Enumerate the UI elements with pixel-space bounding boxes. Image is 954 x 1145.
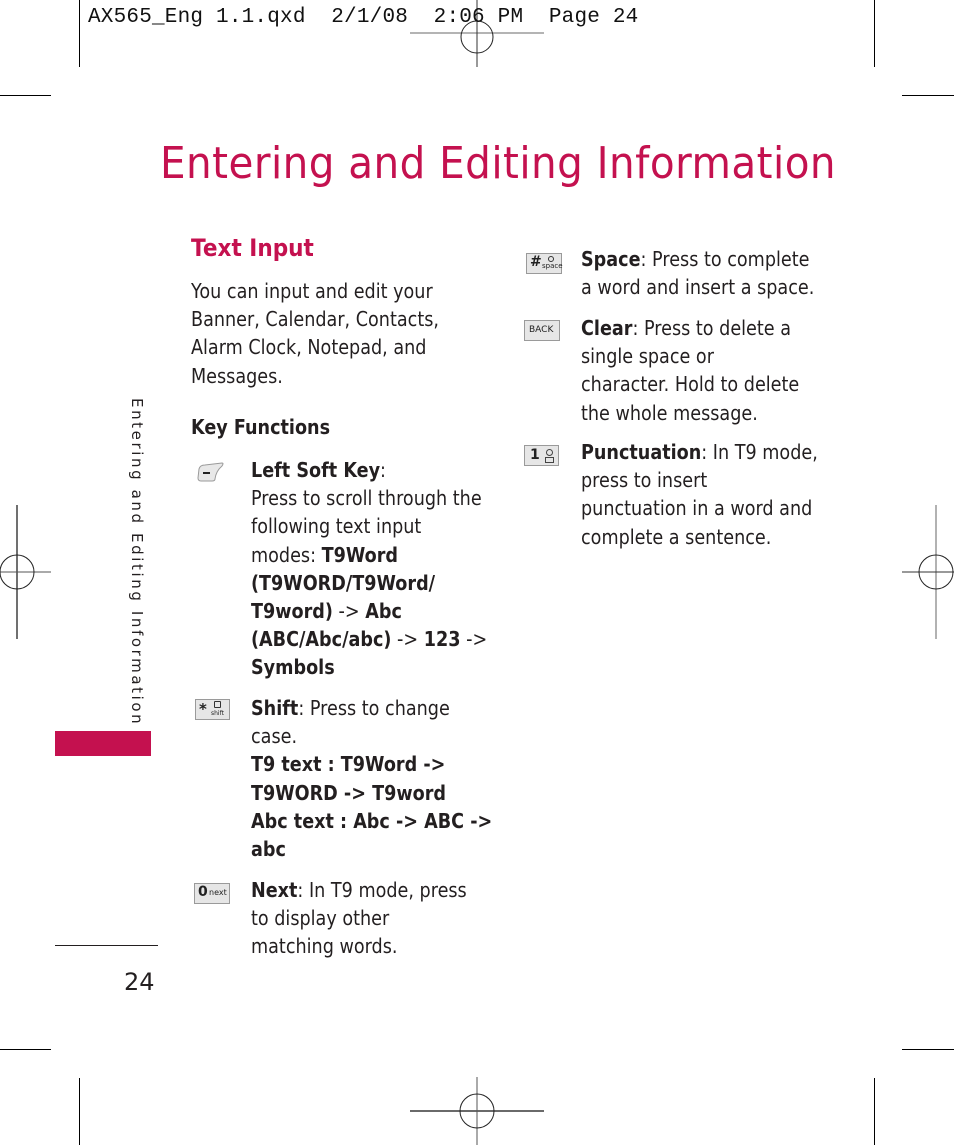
key-sublabel: shift [211,710,224,717]
desc-line: following text input [251,514,422,539]
section-heading: Text Input [191,234,314,262]
shift-name: Shift [251,696,299,720]
shift-t9-line: T9WORD -> T9word [251,780,446,805]
star-shift-key-icon: * shift [195,699,230,720]
side-tab-bar [55,731,151,756]
voicemail-glyph [546,449,553,456]
desc-text: : In T9 mode, press [297,878,467,902]
shift-t9-line: T9 text : T9Word -> [251,752,446,777]
arrow-text: -> [460,627,488,652]
page-number: 24 [124,968,155,996]
footer-rule [55,945,158,946]
key-glyph: 1 [530,447,540,463]
key-sublabel: space [542,262,563,270]
registration-mark-bottom [410,1077,544,1145]
clear-name: Clear [581,316,633,340]
desc-text: modes: [251,542,322,567]
key-glyph: # [530,254,542,270]
crop-mark-bottom-left-vertical [79,1078,80,1145]
print-slug: AX565_Eng 1.1.qxd 2/1/08 2:06 PM Page 24 [88,6,639,29]
intro-line: Alarm Clock, Notepad, and [191,335,427,360]
desc-line: a word and insert a space. [581,275,815,300]
mode-t9word: T9Word [321,542,399,567]
hash-space-key-icon: # space [526,253,563,274]
colon: : [380,458,386,482]
crop-mark-bottom-left-horizontal [0,1049,51,1050]
desc-line: case. [251,724,298,749]
lock-glyph [214,701,221,708]
crop-mark-top-right-vertical [874,0,875,67]
desc-line: matching words. [251,934,398,959]
mode-symbols: Symbols [251,655,335,680]
key-glyph: 0 [198,884,208,900]
mode-t9-variants: T9word) [251,599,333,624]
left-soft-key-icon [197,462,224,482]
intro-line: You can input and edit your [191,279,433,303]
desc-line: complete a sentence. [581,524,772,549]
desc-line: single space or [581,344,714,369]
crop-mark-bottom-right-vertical [874,1078,875,1145]
shift-abc-line: abc [251,837,286,862]
desc-line: punctuation in a word and [581,496,813,521]
desc-text: : Press to complete [640,247,810,271]
key-sublabel: next [209,888,227,897]
one-voicemail-key-icon: 1 [524,445,559,466]
mode-abc-variants: (ABC/Abc/abc) [251,627,392,652]
arrow-text: -> [332,599,366,624]
desc-text: : Press to change [298,696,450,720]
crop-mark-top-left-horizontal [0,95,51,96]
desc-text: : Press to delete a [632,316,791,340]
desc-line: press to insert [581,468,708,493]
shift-abc-line: Abc text : Abc -> ABC -> [251,808,493,833]
key-glyph: BACK [529,325,554,335]
mode-123: 123 [423,627,461,652]
desc-line: character. Hold to delete [581,372,800,397]
page-title: Entering and Editing Information [160,138,837,189]
side-tab-label: Entering and Editing Information [128,398,146,727]
mode-abc: Abc [365,599,402,624]
crop-mark-top-right-horizontal [902,95,954,96]
next-name: Next [251,878,298,902]
desc-text: : In T9 mode, [701,440,818,464]
key-glyph: * [199,700,207,718]
desc-line: the whole message. [581,400,758,425]
left-soft-key-name: Left Soft Key [251,458,381,482]
desc-line: Press to scroll through the [251,486,482,511]
intro-paragraph: You can input and edit your Banner, Cale… [191,277,455,390]
crop-mark-top-left-vertical [79,0,80,67]
registration-mark-left [0,505,51,639]
zero-next-key-icon: 0 next [194,883,230,904]
desc-line: to display other [251,906,390,931]
intro-line: Messages. [191,363,283,388]
back-key-icon: BACK [524,320,560,341]
mode-t9-variants: (T9WORD/T9Word/ [251,570,436,595]
intro-line: Banner, Calendar, Contacts, [191,307,439,332]
crop-mark-bottom-right-horizontal [902,1049,954,1050]
arrow-text: -> [391,627,424,652]
punctuation-name: Punctuation [581,440,702,464]
space-name: Space [581,247,641,271]
voicemail-glyph [545,457,554,463]
key-functions-heading: Key Functions [191,415,331,439]
registration-mark-right [902,505,954,639]
